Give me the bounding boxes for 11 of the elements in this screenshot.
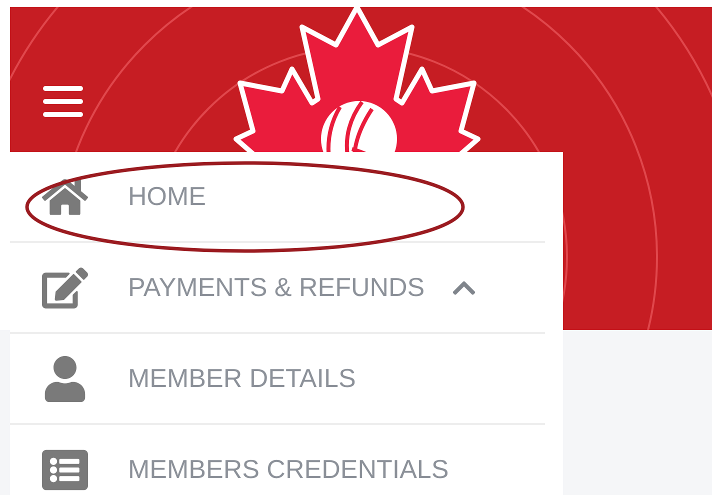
person-icon — [42, 356, 88, 402]
menu-item[interactable]: MEMBERS CREDENTIALS — [10, 425, 545, 495]
menu-item-label: PAYMENTS & REFUNDS — [128, 271, 425, 304]
menu-item[interactable]: PAYMENTS & REFUNDS — [10, 243, 545, 334]
menu-item-label: MEMBER DETAILS — [128, 362, 356, 395]
menu-icon[interactable] — [43, 86, 83, 117]
edit-icon — [42, 264, 88, 310]
menu-item-label: MEMBERS CREDENTIALS — [128, 453, 449, 486]
menu-item-label: HOME — [128, 180, 206, 213]
menu-item[interactable]: HOME — [10, 152, 545, 243]
menu-item[interactable]: MEMBER DETAILS — [10, 334, 545, 425]
